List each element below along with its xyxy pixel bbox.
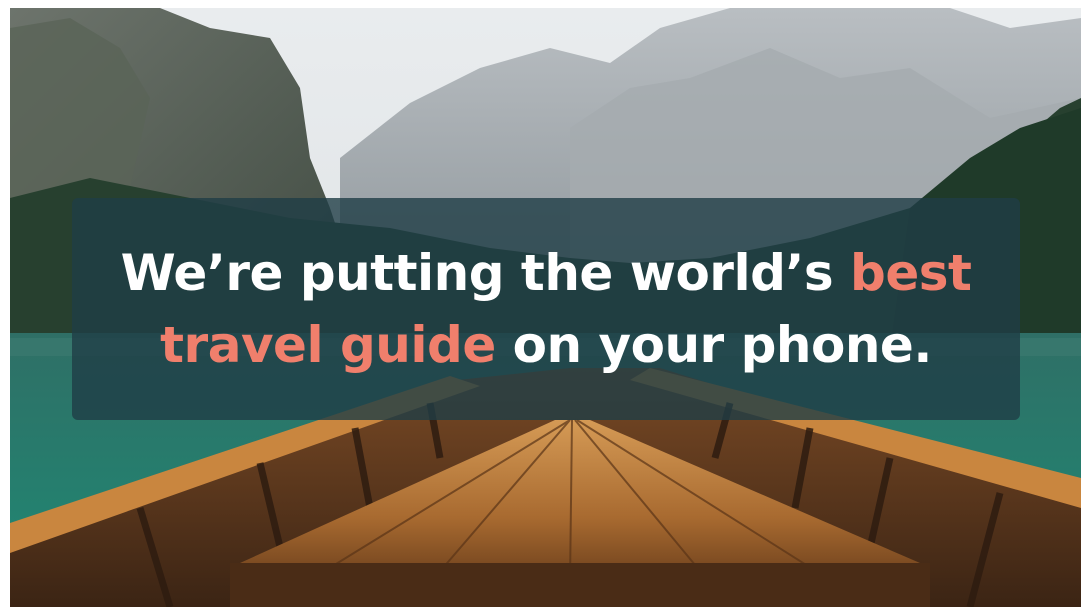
headline-line-1: We’re putting the world’s best — [121, 237, 972, 309]
headline-line-2: travel guide on your phone. — [160, 309, 932, 381]
headline-text: on your phone. — [495, 316, 933, 374]
headline-text: We’re putting the world’s — [120, 244, 851, 302]
headline-highlight: travel guide — [160, 316, 496, 374]
headline-overlay: We’re putting the world’s best travel gu… — [72, 198, 1020, 420]
headline-highlight: best — [850, 244, 972, 302]
hero-banner: We’re putting the world’s best travel gu… — [10, 8, 1081, 607]
